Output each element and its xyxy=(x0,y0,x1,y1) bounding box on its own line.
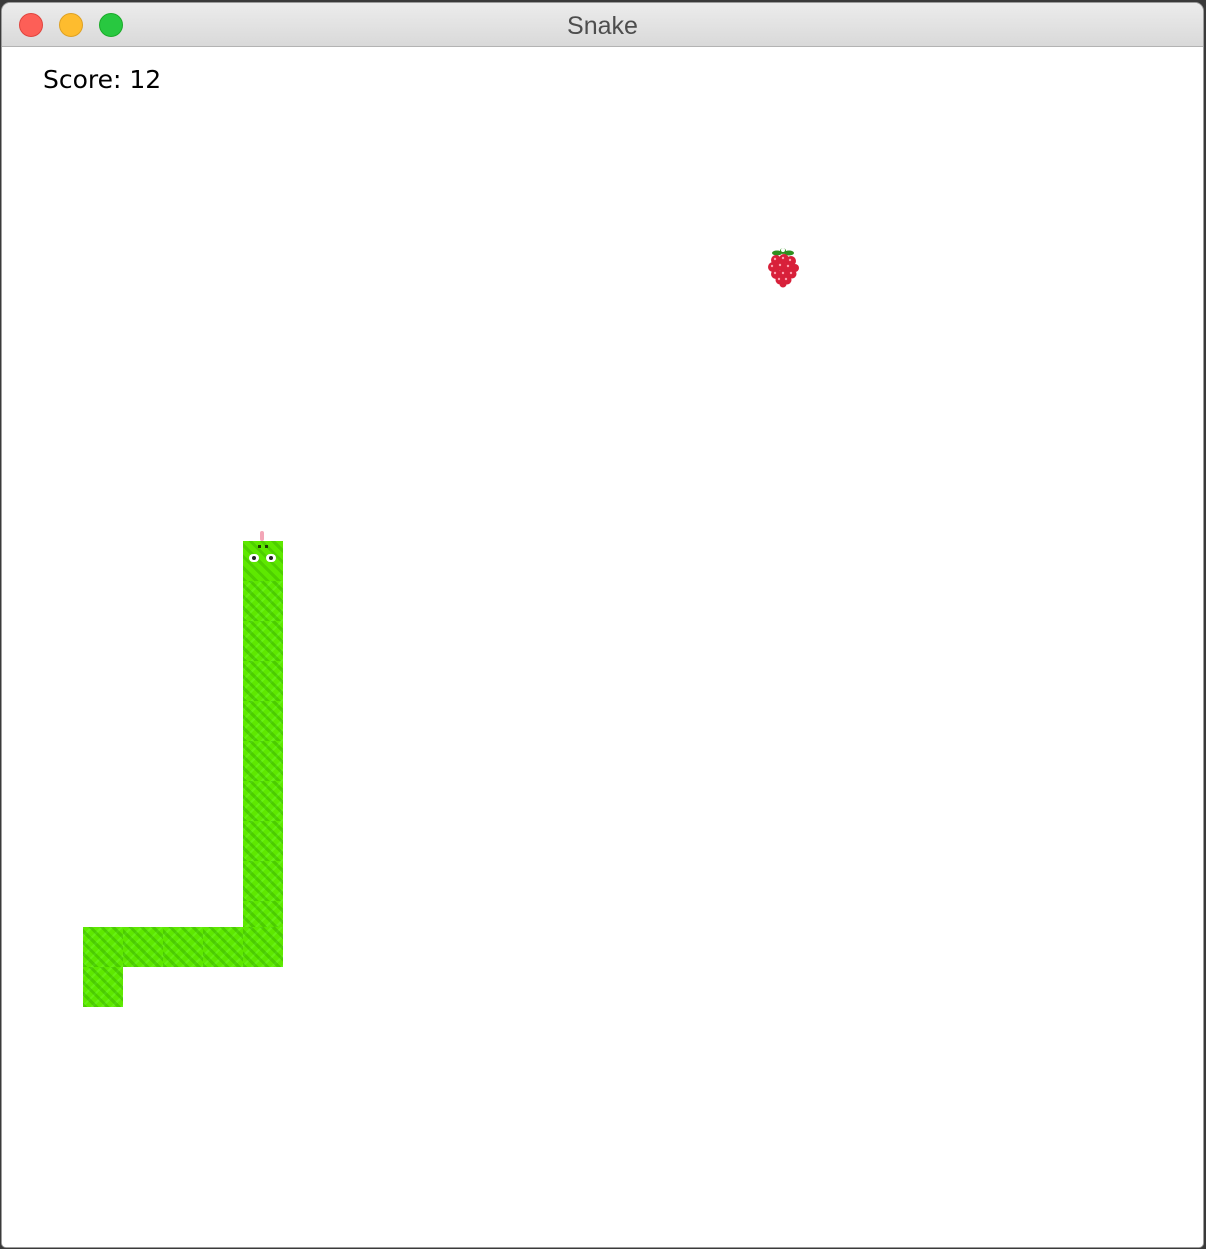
snake-head xyxy=(243,531,283,581)
snake-segment xyxy=(243,861,283,901)
raspberry-icon xyxy=(768,248,799,288)
snake-segment xyxy=(243,661,283,701)
window-title: Snake xyxy=(567,12,638,40)
snake-segment xyxy=(243,927,283,967)
snake-eye xyxy=(249,554,259,562)
snake-tail xyxy=(83,967,123,1007)
snake-segment xyxy=(243,621,283,661)
snake-segment xyxy=(243,741,283,781)
snake-segment xyxy=(203,927,243,967)
snake-segment xyxy=(243,581,283,621)
snake-segment xyxy=(123,927,163,967)
snake-segment xyxy=(83,927,123,967)
game-board: Score: 12 xyxy=(2,47,1203,1247)
snake-segment xyxy=(163,927,203,967)
snake-segment xyxy=(243,781,283,821)
score-label: Score: 12 xyxy=(43,65,162,94)
snake-nostril xyxy=(258,545,261,548)
snake-segment xyxy=(243,701,283,741)
snake-tongue xyxy=(260,531,264,541)
snake-nostril xyxy=(265,545,268,548)
snake-segment xyxy=(243,821,283,861)
game-window: Snake Score: 12 xyxy=(2,3,1203,1247)
snake-eye xyxy=(266,554,276,562)
title-bar[interactable]: Snake xyxy=(2,3,1203,47)
